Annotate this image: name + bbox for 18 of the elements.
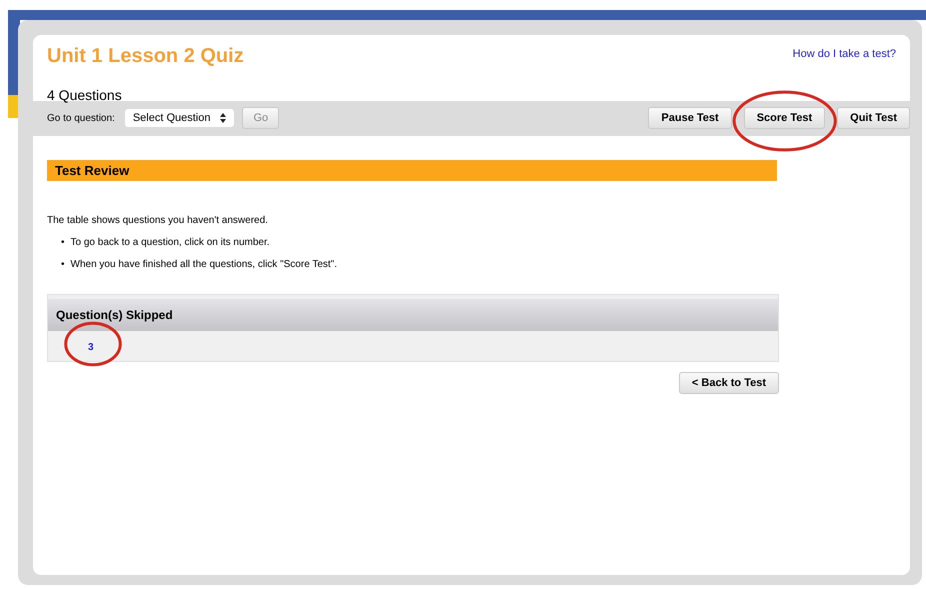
intro-text: The table shows questions you haven't answered. [47, 215, 269, 226]
question-count: 4 Questions [47, 87, 123, 103]
updown-icon [220, 113, 226, 123]
test-button[interactable]: Quit Test [837, 107, 910, 129]
test-button[interactable]: Score Test [744, 107, 826, 129]
question-select[interactable]: Select Question [124, 109, 234, 127]
back-button[interactable]: < Back to Test [678, 372, 779, 394]
bullet-marker: • [61, 237, 65, 248]
goto-label: Go to question: [47, 112, 115, 124]
help-link[interactable]: How do I take a test? [792, 48, 896, 60]
instruction-item: To go back to a question, click on its number. [70, 237, 270, 248]
table-header: Question(s) Skipped [48, 295, 778, 331]
test-button[interactable]: Pause Test [648, 107, 732, 129]
question-link[interactable]: 3 [88, 342, 94, 353]
section-banner: Test Review [47, 160, 777, 181]
bullet-marker: • [61, 259, 65, 270]
quiz-title: Unit 1 Lesson 2 Quiz [47, 45, 244, 68]
instruction-item: When you have finished all the questions, click "Score Test". [70, 259, 338, 270]
